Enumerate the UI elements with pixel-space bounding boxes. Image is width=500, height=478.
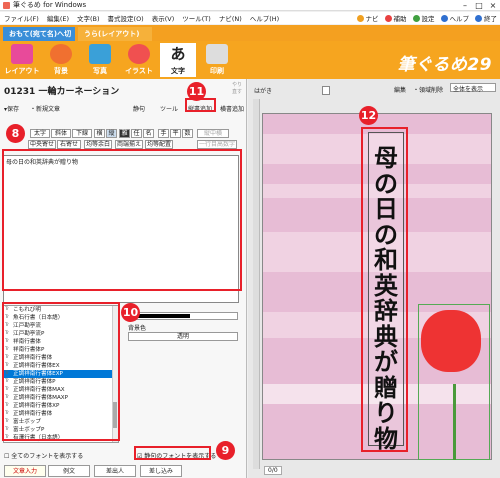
text-button[interactable]: あ 文字 [160, 43, 196, 77]
even-margin-button[interactable]: 均等余白 [84, 140, 112, 149]
exit-icon [475, 14, 482, 22]
tab-example[interactable]: 例文 [48, 465, 90, 477]
tab-text-input[interactable]: 文章入力 [4, 465, 46, 477]
add-horizontal-button[interactable]: 横書追加 [220, 104, 244, 113]
watermelon-icon [128, 44, 150, 64]
badge-9: 9 [216, 441, 235, 460]
badge-8: 8 [6, 124, 25, 143]
close-button[interactable]: × [486, 0, 500, 11]
tools-button[interactable]: ツール [160, 104, 178, 113]
menu-view[interactable]: 表示(V) [148, 13, 179, 23]
layout-button[interactable]: レイアウト [4, 43, 40, 77]
highlight-text-area [2, 149, 242, 291]
bold-button[interactable]: 太字 [30, 129, 50, 138]
vertical-ruler [253, 99, 260, 469]
app-icon [3, 1, 10, 9]
carnation-illustration[interactable] [421, 310, 481, 372]
first-line-number-button[interactable]: 一行目高数字 [197, 140, 237, 149]
tab-back-layout[interactable]: うら(レイアウト) [78, 27, 152, 41]
phrase-button[interactable]: 静句 [133, 104, 145, 113]
save-button[interactable]: ▾保存 [4, 104, 19, 113]
menu-file[interactable]: ファイル(F) [0, 13, 43, 23]
photo-button[interactable]: 写真 [82, 43, 118, 77]
menu-edit[interactable]: 編集(E) [43, 13, 73, 23]
brand-logo: 筆ぐるめ29 [397, 55, 492, 75]
menu-help[interactable]: ヘルプ(H) [246, 13, 283, 23]
area-clear-button[interactable]: ・領域削除 [413, 85, 443, 94]
illustration-button[interactable]: イラスト [121, 43, 157, 77]
underline-button[interactable]: 下線 [72, 129, 92, 138]
center-align-button[interactable]: 中央寄せ [28, 140, 56, 149]
hand-button[interactable]: 手 [158, 129, 169, 138]
font-list-item[interactable]: 有澤太楷書 [4, 442, 118, 443]
tab-sender[interactable]: 差出人 [94, 465, 136, 477]
printer-icon [206, 44, 228, 64]
print-button[interactable]: 印刷 [199, 43, 235, 77]
highlight-phrase-font [134, 446, 211, 460]
badge-10: 10 [121, 303, 140, 322]
justify-button[interactable]: 両端揃え [115, 140, 143, 149]
layout-icon [11, 44, 33, 64]
settings-button[interactable]: 設定 [412, 13, 435, 23]
menu-tools[interactable]: ツール(T) [178, 13, 215, 23]
assist-icon [384, 14, 392, 22]
exit-button[interactable]: 終了 [475, 13, 497, 23]
highlight-font-list [2, 302, 120, 441]
assist-button[interactable]: 補助 [384, 13, 407, 23]
name-button[interactable]: 名 [143, 129, 154, 138]
navi-button[interactable]: ナビ [356, 13, 379, 23]
italic-button[interactable]: 斜体 [51, 129, 71, 138]
redo-button[interactable]: やり直す [232, 81, 246, 95]
view-select[interactable]: 全体を表示 [450, 83, 496, 93]
document-title: 01231 一輪カーネーション [4, 87, 120, 97]
vertical-text-char: 物 [374, 423, 398, 453]
nin-button[interactable]: 任 [131, 129, 142, 138]
horizontal-button[interactable]: 横 [94, 129, 105, 138]
help-icon [440, 14, 448, 22]
navi-icon [356, 14, 364, 22]
mode-indicator[interactable] [322, 86, 330, 95]
new-text-button[interactable]: ・新規文章 [30, 104, 60, 113]
main-toolbar: レイアウト 背景 写真 イラスト あ 文字 印刷 筆ぐるめ29 [0, 41, 500, 79]
page-counter: 0/0 [264, 466, 282, 475]
maximize-button[interactable]: □ [472, 0, 486, 11]
ga-button[interactable]: 雅 [119, 129, 130, 138]
gear-icon [412, 14, 420, 22]
vertical-button[interactable]: 縦 [106, 129, 117, 138]
tate-chu-yoko-button[interactable]: 縦中横 [197, 129, 229, 138]
bg-color-select[interactable]: 透明 [128, 332, 238, 341]
badge-12: 12 [359, 106, 378, 125]
menu-navi[interactable]: ナビ(N) [215, 13, 246, 23]
window-title: 筆ぐるめ for Windows [13, 1, 87, 9]
menu-format[interactable]: 書式設定(O) [104, 13, 148, 23]
badge-11: 11 [187, 82, 206, 101]
tab-insert[interactable]: 差し込み [140, 465, 182, 477]
mode-tabs: おもて(宛て名)へ切替 うら(レイアウト) [0, 25, 500, 52]
edit-zoom-label[interactable]: 編集 [394, 85, 406, 94]
menu-right-buttons: ナビ 補助 設定 ヘルプ 終了 [356, 12, 497, 24]
menu-text[interactable]: 文字(B) [73, 13, 104, 23]
number-button[interactable]: 数 [182, 129, 193, 138]
tab-front-address[interactable]: おもて(宛て名)へ切替 [3, 27, 75, 52]
right-align-button[interactable]: 右寄せ [57, 140, 81, 149]
title-bar: 筆ぐるめ for Windows – □ × [0, 0, 500, 11]
help-button[interactable]: ヘルプ [440, 13, 469, 23]
text-icon: あ [170, 45, 186, 63]
flat-button[interactable]: 平 [170, 129, 181, 138]
carnation-stem [453, 384, 456, 460]
background-button[interactable]: 背景 [43, 43, 79, 77]
minimize-button[interactable]: – [458, 0, 472, 11]
background-icon [50, 44, 72, 64]
show-all-fonts-checkbox[interactable]: ☐ 全てのフォントを表示する [4, 451, 83, 460]
text-color-select[interactable] [128, 312, 238, 320]
photo-icon [89, 44, 111, 64]
hagaki-label: はがき [254, 88, 273, 95]
distribute-button[interactable]: 均等配置 [145, 140, 173, 149]
bg-color-label: 背景色 [128, 325, 147, 332]
